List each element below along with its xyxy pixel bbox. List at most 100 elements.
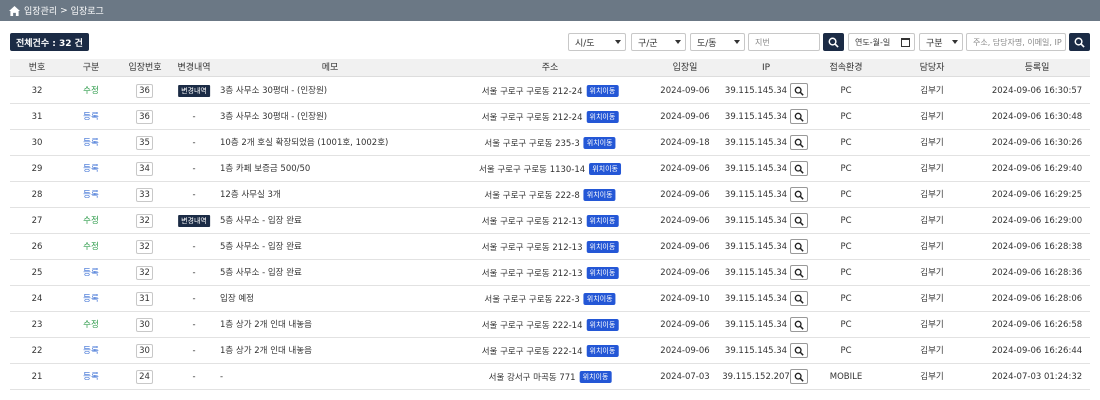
district-select[interactable]: 구/군 bbox=[631, 33, 686, 51]
ip-lookup-button[interactable] bbox=[790, 317, 808, 332]
row-entry-number[interactable]: 33 bbox=[136, 188, 153, 202]
row-entry-number[interactable]: 31 bbox=[136, 292, 153, 306]
table-row[interactable]: 26 수정 32 - 5층 사무소 - 입장 완료 서울 구로구 구로동 212-13 위치… bbox=[10, 234, 1090, 260]
location-move-button[interactable]: 위치이동 bbox=[583, 293, 616, 305]
ip-lookup-button[interactable] bbox=[790, 239, 808, 254]
row-manager: 김부기 bbox=[920, 268, 944, 278]
row-manager: 김부기 bbox=[920, 320, 944, 330]
location-move-button[interactable]: 위치이동 bbox=[583, 189, 616, 201]
keyword-search-button[interactable] bbox=[1069, 33, 1090, 51]
ip-lookup-button[interactable] bbox=[790, 265, 808, 280]
row-type: 등록 bbox=[83, 372, 99, 382]
row-ip: 39.115.145.34 bbox=[724, 112, 788, 122]
chevron-down-icon bbox=[734, 40, 740, 44]
row-type: 수정 bbox=[83, 242, 99, 252]
town-select[interactable]: 도/동 bbox=[690, 33, 745, 51]
location-move-button[interactable]: 위치이동 bbox=[579, 371, 612, 383]
ip-lookup-button[interactable] bbox=[790, 213, 808, 228]
table-row[interactable]: 22 등록 30 - 1층 상가 2개 인대 내놓음 서울 구로구 구로동 222-14 위… bbox=[10, 338, 1090, 364]
ip-lookup-button[interactable] bbox=[790, 109, 808, 124]
column-header-manager: 담당자 bbox=[919, 63, 945, 73]
change-history-button[interactable]: 변경내역 bbox=[178, 85, 210, 97]
row-change-empty: - bbox=[192, 138, 196, 148]
row-address-cell: 서울 구로구 구로동 212-24 위치이동 bbox=[482, 78, 619, 104]
row-entry-number[interactable]: 36 bbox=[136, 110, 153, 124]
location-move-button[interactable]: 위치이동 bbox=[589, 163, 621, 175]
calendar-icon[interactable] bbox=[901, 38, 910, 47]
row-entry-number[interactable]: 24 bbox=[136, 370, 153, 384]
table-row[interactable]: 27 수정 32 변경내역 5층 사무소 - 입장 완료 서울 구로구 구로동 212-1… bbox=[10, 208, 1090, 234]
row-entry-number[interactable]: 30 bbox=[136, 318, 153, 332]
date-input[interactable]: 연도-월-일 bbox=[848, 33, 915, 51]
row-entry-number[interactable]: 32 bbox=[136, 266, 153, 280]
table-row[interactable]: 31 등록 36 - 3층 사무소 30평대 - (인장원) 서울 구로구 구로동 212… bbox=[10, 104, 1090, 130]
row-ip: 39.115.145.34 bbox=[724, 268, 788, 278]
city-select[interactable]: 시/도 bbox=[568, 33, 626, 51]
row-entry-number[interactable]: 32 bbox=[136, 240, 153, 254]
chevron-down-icon bbox=[675, 40, 681, 44]
location-move-button[interactable]: 위치이동 bbox=[586, 267, 619, 279]
row-number: 27 bbox=[31, 216, 43, 226]
table-row[interactable]: 25 등록 32 - 5층 사무소 - 입장 완료 서울 구로구 구로동 212-13 위치… bbox=[10, 260, 1090, 286]
search-icon bbox=[794, 294, 804, 304]
table-row[interactable]: 23 수정 30 - 1층 상가 2개 인대 내놓음 서울 구로구 구로동 222-14 위… bbox=[10, 312, 1090, 338]
ip-lookup-button[interactable] bbox=[790, 187, 808, 202]
location-move-button[interactable]: 위치이동 bbox=[586, 215, 619, 227]
ip-lookup-button[interactable] bbox=[790, 369, 808, 384]
row-type: 등록 bbox=[83, 346, 99, 356]
ip-lookup-button[interactable] bbox=[790, 343, 808, 358]
row-registered-at: 2024-09-06 16:26:44 bbox=[991, 346, 1083, 356]
row-address: 서울 구로구 구로동 222-8 bbox=[484, 191, 580, 201]
table-header: 번호 구분 입장번호 변경내역 메모 주소 입장일 IP 접속환경 담당자 등록… bbox=[10, 59, 1090, 77]
search-icon bbox=[794, 346, 804, 356]
category-select[interactable]: 구분 bbox=[919, 33, 963, 51]
row-registered-at: 2024-09-06 16:29:40 bbox=[991, 164, 1083, 174]
chevron-down-icon bbox=[615, 40, 621, 44]
row-ip: 39.115.145.34 bbox=[724, 164, 788, 174]
column-header-entry-date: 입장일 bbox=[672, 63, 698, 73]
row-address-cell: 서울 구로구 구로동 235-3 위치이동 bbox=[484, 130, 616, 156]
location-move-button[interactable]: 위치이동 bbox=[586, 85, 619, 97]
change-history-button[interactable]: 변경내역 bbox=[178, 215, 210, 227]
row-entry-date: 2024-09-06 bbox=[660, 268, 710, 278]
row-registered-at: 2024-09-06 16:29:00 bbox=[991, 216, 1083, 226]
row-address-cell: 서울 구로구 구로동 222-8 위치이동 bbox=[484, 182, 616, 208]
table-row[interactable]: 21 등록 24 - - 서울 강서구 마곡동 771 위치이동 2024-07-03 39.1… bbox=[10, 364, 1090, 390]
lot-number-input[interactable]: 지번 bbox=[748, 33, 820, 51]
row-type: 등록 bbox=[83, 112, 99, 122]
table-row[interactable]: 28 등록 33 - 12층 사무실 3개 서울 구로구 구로동 222-8 위치이동 202… bbox=[10, 182, 1090, 208]
ip-lookup-button[interactable] bbox=[790, 161, 808, 176]
home-icon[interactable] bbox=[9, 5, 20, 16]
row-registered-at: 2024-09-06 16:29:25 bbox=[991, 190, 1083, 200]
ip-lookup-button[interactable] bbox=[790, 291, 808, 306]
row-entry-number[interactable]: 30 bbox=[136, 344, 153, 358]
table-row[interactable]: 30 등록 35 - 10층 2개 호실 확장되었음 (1001호, 1002호) 서울 … bbox=[10, 130, 1090, 156]
row-entry-number[interactable]: 36 bbox=[136, 84, 153, 98]
ip-lookup-button[interactable] bbox=[790, 83, 808, 98]
location-move-button[interactable]: 위치이동 bbox=[586, 241, 619, 253]
row-address-cell: 서울 구로구 구로동 222-14 위치이동 bbox=[482, 312, 619, 338]
table-row[interactable]: 24 등록 31 - 입장 예정 서울 구로구 구로동 222-3 위치이동 2024-09-… bbox=[10, 286, 1090, 312]
row-address-cell: 서울 강서구 마곡동 771 위치이동 bbox=[489, 364, 612, 390]
location-move-button[interactable]: 위치이동 bbox=[586, 345, 619, 357]
row-address-cell: 서울 구로구 구로동 212-13 위치이동 bbox=[482, 234, 619, 260]
table-row[interactable]: 32 수정 36 변경내역 3층 사무소 30평대 - (인장원) 서울 구로구 구로동 … bbox=[10, 78, 1090, 104]
row-entry-number[interactable]: 32 bbox=[136, 214, 153, 228]
location-move-button[interactable]: 위치이동 bbox=[586, 319, 619, 331]
row-entry-number[interactable]: 35 bbox=[136, 136, 153, 150]
table-row[interactable]: 29 등록 34 - 1층 카페 보증금 500/50 서울 구로구 구로동 1130-1… bbox=[10, 156, 1090, 182]
location-move-button[interactable]: 위치이동 bbox=[586, 111, 619, 123]
row-environment: PC bbox=[840, 320, 852, 330]
row-type: 등록 bbox=[83, 268, 99, 278]
row-environment: PC bbox=[840, 294, 852, 304]
ip-lookup-button[interactable] bbox=[790, 135, 808, 150]
location-move-button[interactable]: 위치이동 bbox=[583, 137, 616, 149]
row-environment: PC bbox=[840, 346, 852, 356]
address-search-button[interactable] bbox=[823, 33, 844, 51]
breadcrumb-root[interactable]: 입장관리 bbox=[24, 4, 57, 17]
row-entry-number[interactable]: 34 bbox=[136, 162, 153, 176]
breadcrumb-current[interactable]: 입장로그 bbox=[71, 4, 104, 17]
row-manager: 김부기 bbox=[920, 242, 944, 252]
row-manager: 김부기 bbox=[920, 294, 944, 304]
keyword-input[interactable]: 주소, 담당자명, 이메일, IP bbox=[966, 33, 1066, 51]
